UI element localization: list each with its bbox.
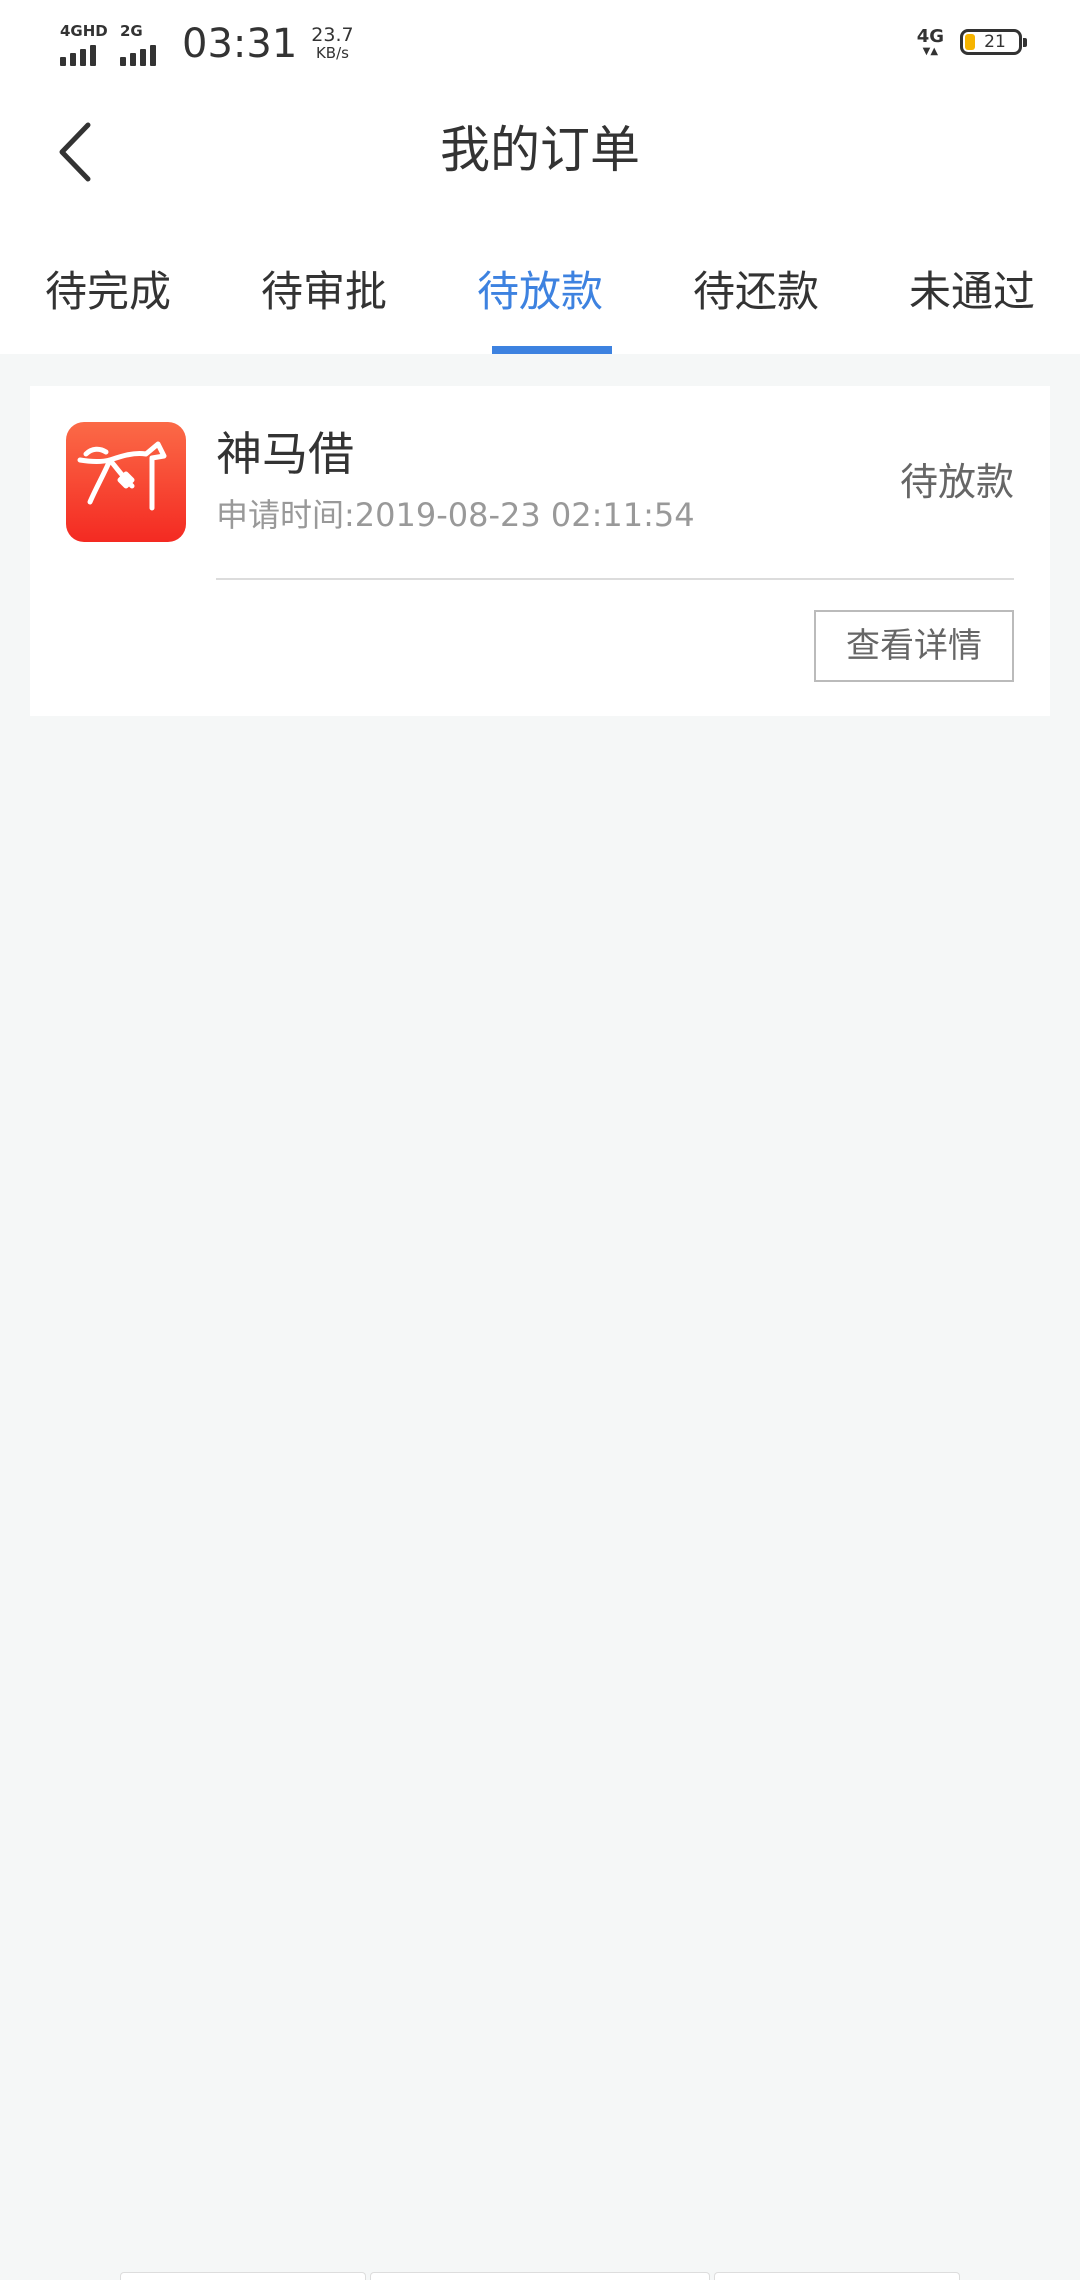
tab-pending-approval[interactable]: 待审批 bbox=[216, 252, 432, 354]
sim2-label: 2G bbox=[120, 22, 143, 40]
battery-level: 21 bbox=[984, 32, 1006, 52]
bottom-tab-edge[interactable] bbox=[714, 2272, 960, 2280]
bottom-tab-strip bbox=[0, 2270, 1080, 2280]
status-bar-right: 4G ▼▲ 21 bbox=[916, 22, 1027, 62]
sim2-signal-icon: 2G bbox=[118, 20, 168, 68]
bottom-tab-edge[interactable] bbox=[120, 2272, 366, 2280]
battery-icon: 21 bbox=[960, 29, 1027, 55]
network-speed-value: 23.7 bbox=[311, 24, 354, 46]
signal-bars bbox=[60, 45, 100, 66]
order-status: 待放款 bbox=[899, 460, 1014, 504]
order-card[interactable]: 神马借 申请时间:2019-08-23 02:11:54 待放款 查看详情 bbox=[30, 386, 1050, 716]
card-divider bbox=[216, 578, 1014, 580]
tab-pending-complete[interactable]: 待完成 bbox=[0, 252, 216, 354]
status-bar: 4GHD 2G 03:31 23.7 KB/s 4G ▼▲ 21 bbox=[0, 0, 1080, 86]
network-speed-unit: KB/s bbox=[315, 44, 349, 62]
tab-rejected[interactable]: 未通过 bbox=[864, 252, 1080, 354]
view-details-button[interactable]: 查看详情 bbox=[814, 610, 1014, 682]
sim1-signal-icon: 4GHD bbox=[58, 20, 108, 68]
order-tabs: 待完成 待审批 待放款 待还款 未通过 bbox=[0, 252, 1080, 354]
signal-bars bbox=[120, 45, 160, 66]
sim1-label: 4GHD bbox=[60, 22, 108, 40]
tab-pending-disbursement[interactable]: 待放款 bbox=[432, 252, 648, 354]
top-bar: 4GHD 2G 03:31 23.7 KB/s 4G ▼▲ 21 我的订单 待完… bbox=[0, 0, 1080, 354]
bottom-tab-edge[interactable] bbox=[370, 2272, 710, 2280]
horse-logo-icon bbox=[66, 422, 186, 542]
status-bar-left: 4GHD 2G 03:31 23.7 KB/s bbox=[58, 14, 354, 74]
network-type-icon: 4G ▼▲ bbox=[916, 26, 944, 57]
app-name: 神马借 bbox=[216, 427, 354, 481]
network-type-label: 4G bbox=[916, 26, 944, 47]
status-time: 03:31 bbox=[182, 21, 298, 67]
page-title: 我的订单 bbox=[440, 121, 640, 179]
tab-pending-repayment[interactable]: 待还款 bbox=[648, 252, 864, 354]
apply-time: 申请时间:2019-08-23 02:11:54 bbox=[216, 496, 695, 534]
network-speed: 23.7 KB/s bbox=[311, 24, 354, 63]
